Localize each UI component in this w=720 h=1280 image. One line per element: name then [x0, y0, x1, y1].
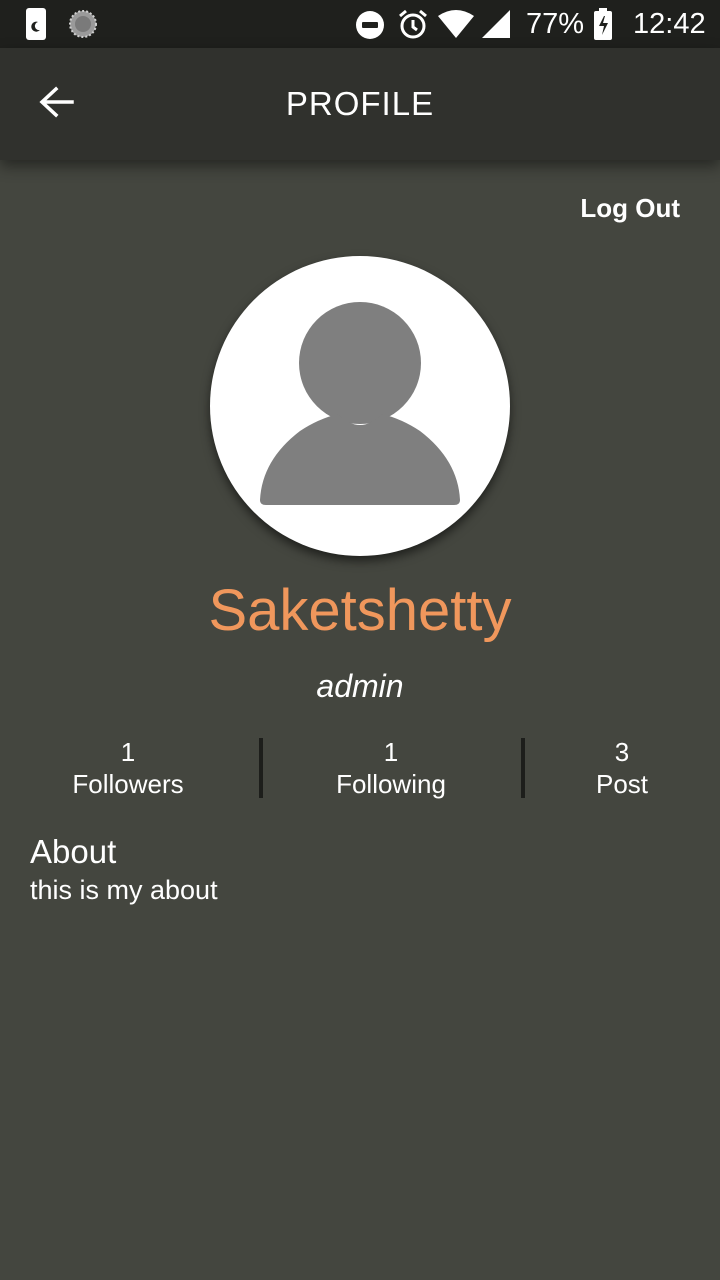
battery-charging-icon	[594, 8, 612, 45]
stat-divider	[521, 738, 525, 798]
alarm-icon	[397, 8, 429, 45]
do-not-disturb-icon	[355, 10, 385, 45]
avatar[interactable]	[210, 256, 510, 556]
following-label: Following	[336, 769, 446, 799]
person-placeholder-icon	[260, 297, 460, 505]
followers-stat[interactable]: 1 Followers	[28, 736, 228, 800]
loading-circle-icon	[68, 9, 98, 44]
profile-screen: 77% 12:42 PROFILE Log Out Saketshetty ad…	[0, 0, 720, 1280]
clock-time: 12:42	[633, 8, 706, 40]
post-label: Post	[595, 769, 649, 799]
status-bar: 77% 12:42	[0, 0, 720, 48]
cellular-signal-icon	[482, 10, 510, 43]
following-stat[interactable]: 1 Following	[291, 736, 491, 800]
followers-label: Followers	[72, 769, 184, 799]
username: Saketshetty	[208, 578, 512, 643]
post-stat[interactable]: 3 Post	[562, 736, 682, 800]
post-count: 3	[614, 737, 630, 767]
about-heading: About	[30, 833, 117, 870]
night-mode-icon	[26, 8, 46, 45]
app-bar: PROFILE	[0, 48, 720, 160]
page-title: PROFILE	[285, 85, 435, 122]
logout-button[interactable]: Log Out	[580, 190, 680, 226]
user-role: admin	[316, 668, 404, 704]
battery-percentage: 77%	[526, 8, 585, 40]
wifi-icon	[438, 10, 474, 43]
followers-count: 1	[120, 737, 136, 767]
stat-divider	[259, 738, 263, 798]
about-text: this is my about	[30, 875, 218, 905]
profile-stats: 1 Followers 1 Following 3 Post	[0, 736, 720, 800]
following-count: 1	[383, 737, 399, 767]
